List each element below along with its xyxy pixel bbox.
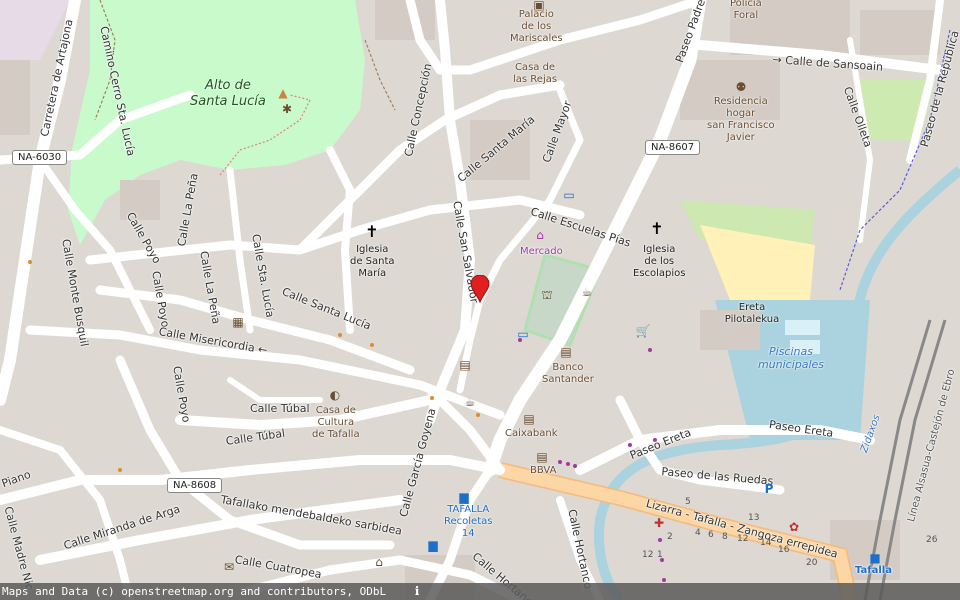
poi-casa-cultura: Casa de Cultura de Tafalla [312, 405, 360, 440]
bench-icon: ▭ [563, 188, 575, 202]
poi-caixabank: Caixabank [505, 428, 558, 439]
house-number: 16 [778, 545, 790, 555]
house-number: 6 [708, 530, 714, 540]
house-number: 1 [657, 550, 663, 560]
bus-stop-icon[interactable]: ▆ [457, 490, 471, 504]
attribution-bar: Maps and Data (c) openstreetmap.org and … [0, 583, 960, 600]
street-tubal-1: Calle Túbal [250, 402, 310, 415]
poi-iglesia-escolapios: Iglesia de los Escolapios [633, 244, 686, 279]
house-number: 8 [722, 532, 728, 542]
bank-icon: ▤ [560, 345, 572, 359]
poi-casa-rejas: Casa de las Rejas [513, 62, 558, 85]
viewpoint-icon: ✱ [281, 102, 293, 116]
market-icon: ⌂ [536, 228, 544, 242]
fountain-icon: ⛫ [541, 288, 553, 302]
map-canvas[interactable]: Alto de Santa Lucía ▲ ✱ Piscinas municip… [0, 0, 960, 600]
house-number: 26 [926, 535, 938, 545]
residence-icon: ⚉ [735, 80, 747, 94]
church-cross-icon-2: ✝ [650, 219, 664, 238]
church-cross-icon: ✝ [365, 222, 379, 241]
cafe-icon-2: ☕ [464, 395, 476, 409]
poi-policia: Policía Foral [730, 0, 762, 21]
house-number: 4 [695, 528, 701, 538]
bus-stop-icon-2[interactable]: ▆ [426, 538, 440, 552]
hill-label: Alto de Santa Lucía [190, 78, 266, 109]
attribution-text: Maps and Data (c) openstreetmap.org and … [2, 585, 387, 598]
poi-residencia: Residencia hogar san Francisco Javier [707, 96, 775, 143]
poi-banco-santander: Banco Santander [542, 362, 594, 385]
poi-iglesia-santa-maria: Iglesia de Santa María [350, 244, 395, 279]
shop-icon: 🛒 [635, 324, 651, 338]
house-number: 2 [667, 532, 673, 542]
pharmacy-icon: ✚ [653, 516, 665, 530]
theatre-icon: ◐ [329, 388, 341, 402]
townhall-icon: ⌂ [375, 555, 383, 569]
post-icon: ✉ [223, 560, 235, 574]
info-icon[interactable]: ℹ [410, 584, 424, 598]
library-icon: ▦ [232, 315, 244, 329]
pet-icon: ✿ [788, 520, 800, 534]
house-number: 20 [806, 558, 818, 568]
bank-icon-4: ▤ [459, 358, 471, 372]
ereta-label: Ereta Pilotalekua [724, 302, 780, 325]
road-shield-na6030: NA-6030 [12, 150, 68, 165]
poi-bbva: BBVA [530, 465, 557, 476]
road-shield-na8607: NA-8607 [645, 140, 701, 155]
peak-icon: ▲ [278, 86, 288, 100]
house-number: 14 [760, 538, 772, 548]
house-number: 13 [748, 513, 760, 523]
bank-icon-2: ▤ [523, 412, 535, 426]
house-number: 12 [737, 534, 749, 544]
poi-palacio: Palacio de los Mariscales [510, 9, 563, 44]
location-pin-icon[interactable] [470, 275, 490, 303]
bank-icon-3: ▤ [536, 450, 548, 464]
house-number: 12 [642, 550, 654, 560]
pool-label: Piscinas municipales [757, 345, 825, 371]
parking-icon: P [764, 482, 774, 496]
poi-bus-tafalla[interactable]: TAFALLA Recoletas 14 [444, 504, 492, 540]
bench-icon-2: ▭ [517, 327, 529, 341]
road-shield-na8608: NA-8608 [167, 478, 223, 493]
poi-tafalla-station[interactable]: Tafalla [855, 565, 892, 577]
house-number: 5 [685, 497, 691, 507]
poi-mercado: Mercado [520, 246, 563, 257]
train-station-icon: ■ [869, 551, 881, 565]
cafe-icon: ☕ [581, 285, 593, 299]
